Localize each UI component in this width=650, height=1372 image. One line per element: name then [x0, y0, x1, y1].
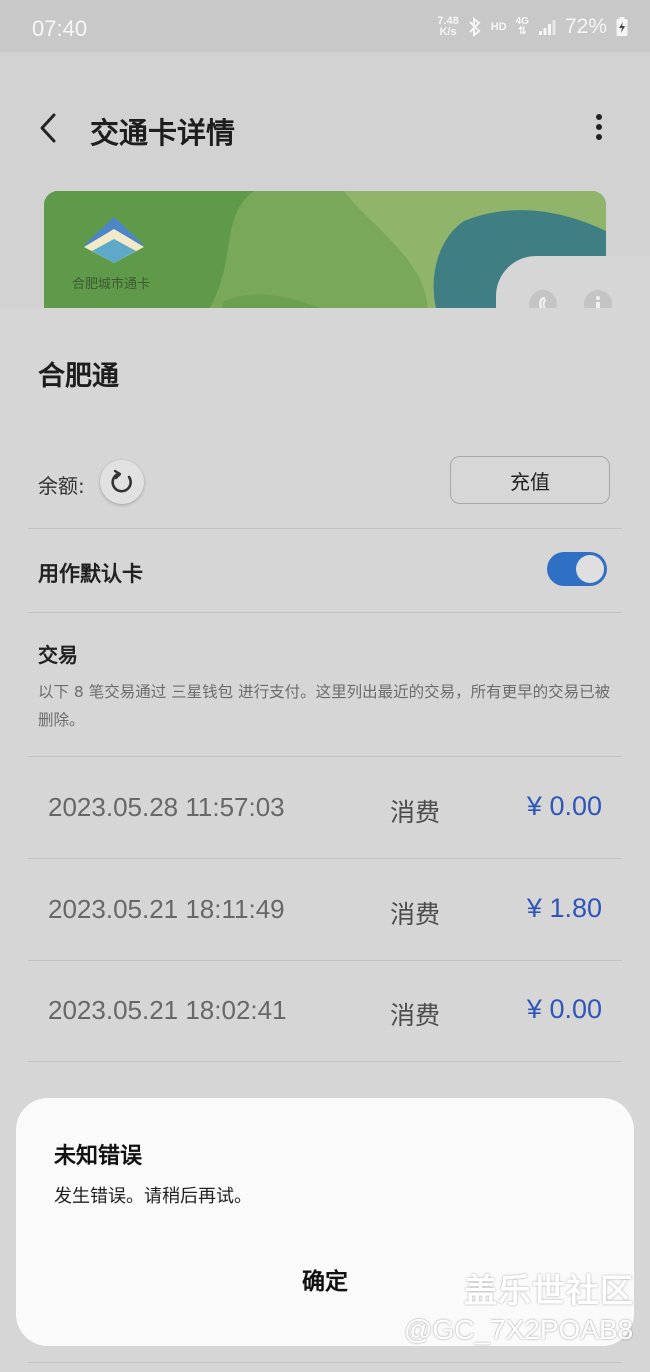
divider — [28, 528, 622, 529]
refresh-balance-button[interactable] — [100, 460, 144, 504]
net-speed: 7.48 K/s — [437, 15, 459, 38]
transaction-type: 消费 — [390, 900, 441, 929]
divider — [28, 612, 622, 613]
network-type: 4G ⇅ — [515, 16, 529, 37]
divider — [28, 858, 622, 859]
top-up-button[interactable]: 充值 — [450, 456, 610, 504]
watermark-user: @GC_7X2POAB8 — [404, 1314, 634, 1345]
divider — [28, 756, 622, 757]
transaction-date: 2023.05.21 18:11:49 — [48, 894, 285, 924]
transaction-date: 2023.05.21 18:02:41 — [48, 995, 287, 1025]
battery-charging-icon — [616, 17, 628, 36]
dialog-ok-button[interactable]: 确定 — [266, 1256, 384, 1302]
default-card-toggle[interactable] — [547, 552, 607, 586]
card-name: 合肥通 — [38, 361, 119, 392]
status-icons: 7.48 K/s HD 4G ⇅ 72% — [437, 12, 628, 42]
signal-icon — [538, 20, 556, 35]
balance-label: 余额: — [38, 474, 85, 498]
dialog-message: 发生错误。请稍后再试。 — [54, 1186, 252, 1207]
page-title: 交通卡详情 — [90, 116, 236, 150]
transaction-amount: ¥ 1.80 — [526, 893, 602, 923]
transaction-amount: ¥ 0.00 — [526, 791, 602, 821]
refresh-icon — [111, 469, 132, 493]
transaction-amount: ¥ 0.00 — [526, 994, 602, 1024]
dialog-title: 未知错误 — [54, 1144, 143, 1169]
divider — [28, 1061, 622, 1062]
card-issuer-label: 合肥城市通卡 — [72, 277, 151, 292]
status-time: 07:40 — [32, 16, 88, 41]
toggle-knob — [576, 555, 604, 583]
default-card-label: 用作默认卡 — [38, 562, 143, 586]
bluetooth-icon — [469, 17, 481, 37]
transaction-type: 消费 — [390, 798, 441, 827]
transactions-description: 以下 8 笔交易通过 三星钱包 进行支付。这里列出最近的交易，所有更早的交易已被… — [38, 683, 611, 729]
chevron-left-icon — [40, 113, 56, 143]
transaction-type: 消费 — [390, 1001, 441, 1030]
watermark-site: 盖乐世社区 — [464, 1271, 634, 1310]
hd-label: HD — [490, 21, 507, 33]
divider — [28, 1362, 622, 1363]
transactions-title: 交易 — [38, 643, 78, 667]
divider — [28, 960, 622, 961]
battery-percent: 72% — [564, 15, 607, 38]
more-vertical-icon — [596, 114, 602, 140]
more-options-button[interactable] — [584, 108, 614, 148]
transaction-date: 2023.05.28 11:57:03 — [48, 792, 285, 822]
back-button[interactable] — [34, 108, 66, 148]
